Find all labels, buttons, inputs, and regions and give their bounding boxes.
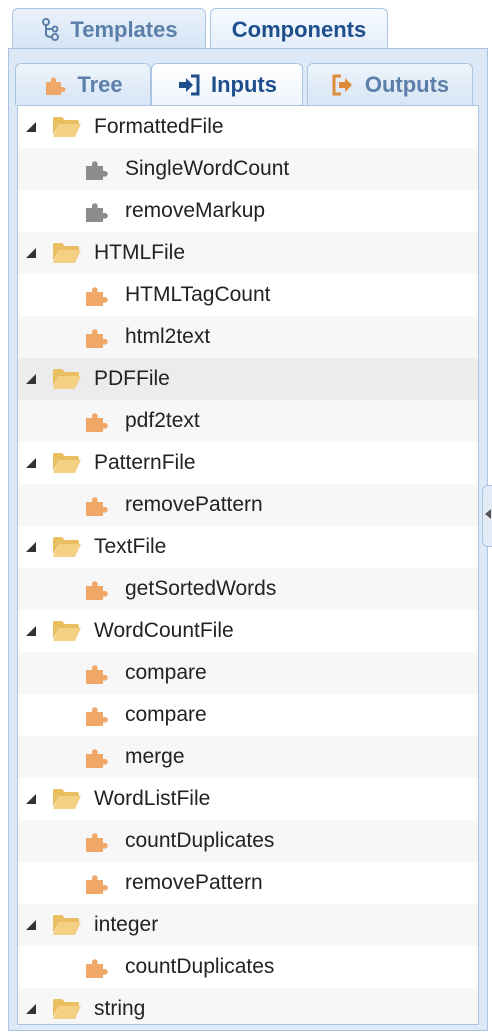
tab-templates-label: Templates: [70, 16, 178, 42]
tab-tree[interactable]: Tree: [15, 63, 151, 105]
folder-open-icon: [52, 535, 82, 559]
tree-component-row[interactable]: removeMarkup: [18, 190, 478, 232]
folder-open-icon: [52, 913, 82, 937]
chevron-left-icon: [484, 507, 492, 525]
tree-folder-label: WordCountFile: [94, 619, 234, 642]
components-panel: Tree Inputs Outputs FormattedFile SingleW…: [8, 48, 488, 1031]
tree-folder-row[interactable]: PDFFile: [18, 358, 478, 400]
tree-component-label: SingleWordCount: [125, 157, 290, 180]
inputs-tree: FormattedFile SingleWordCount removeMarkup…: [17, 105, 479, 1025]
tree-folder-label: string: [94, 997, 146, 1020]
folder-open-icon: [52, 115, 82, 139]
expand-caret-icon[interactable]: [24, 372, 38, 386]
tree-component-label: removePattern: [125, 493, 263, 516]
tree-folder-row[interactable]: HTMLFile: [18, 232, 478, 274]
puzzle-piece-icon: [84, 283, 110, 307]
expand-caret-icon[interactable]: [24, 246, 38, 260]
folder-open-icon: [52, 787, 82, 811]
puzzle-piece-icon: [84, 325, 110, 349]
folder-open-icon: [52, 451, 82, 475]
tree-component-row[interactable]: pdf2text: [18, 400, 478, 442]
tree-component-label: pdf2text: [125, 409, 200, 432]
tree-component-label: HTMLTagCount: [125, 283, 271, 306]
tree-component-row[interactable]: HTMLTagCount: [18, 274, 478, 316]
folder-open-icon: [52, 619, 82, 643]
tree-component-label: getSortedWords: [125, 577, 277, 600]
expand-caret-icon[interactable]: [24, 456, 38, 470]
expand-caret-icon[interactable]: [24, 792, 38, 806]
expand-caret-icon[interactable]: [24, 540, 38, 554]
tree-folder-row[interactable]: WordListFile: [18, 778, 478, 820]
puzzle-piece-icon: [84, 409, 110, 433]
expand-caret-icon[interactable]: [24, 624, 38, 638]
tree-component-row[interactable]: removePattern: [18, 862, 478, 904]
puzzle-piece-icon: [84, 745, 110, 769]
tree-component-row[interactable]: countDuplicates: [18, 946, 478, 988]
collapse-handle[interactable]: [482, 485, 492, 547]
tree-component-row[interactable]: removePattern: [18, 484, 478, 526]
tree-folder-label: integer: [94, 913, 159, 936]
tab-templates[interactable]: Templates: [12, 8, 206, 50]
tab-inputs[interactable]: Inputs: [151, 63, 303, 106]
sign-out-icon: [331, 74, 355, 96]
tree-folder-row[interactable]: WordCountFile: [18, 610, 478, 652]
tree-component-row[interactable]: merge: [18, 736, 478, 778]
tree-component-label: removePattern: [125, 871, 263, 894]
expand-caret-icon[interactable]: [24, 918, 38, 932]
tree-folder-label: TextFile: [94, 535, 167, 558]
folder-open-icon: [52, 997, 82, 1021]
tab-outputs-label: Outputs: [364, 71, 450, 97]
puzzle-icon: [43, 73, 67, 97]
expand-caret-icon[interactable]: [24, 120, 38, 134]
tree-component-label: countDuplicates: [125, 955, 275, 978]
tree-component-label: merge: [125, 745, 185, 768]
tree-folder-label: WordListFile: [94, 787, 211, 810]
expand-caret-icon[interactable]: [24, 1002, 38, 1016]
tree-component-row[interactable]: getSortedWords: [18, 568, 478, 610]
tree-component-label: html2text: [125, 325, 211, 348]
puzzle-piece-icon: [84, 955, 110, 979]
tree-folder-row[interactable]: integer: [18, 904, 478, 946]
tree-folder-row[interactable]: TextFile: [18, 526, 478, 568]
puzzle-piece-icon: [84, 493, 110, 517]
puzzle-piece-icon: [84, 199, 110, 223]
tree-component-label: countDuplicates: [125, 829, 275, 852]
tree-folder-label: PatternFile: [94, 451, 196, 474]
tree-component-label: compare: [125, 661, 207, 684]
folder-open-icon: [52, 241, 82, 265]
puzzle-piece-icon: [84, 661, 110, 685]
tree-component-row[interactable]: countDuplicates: [18, 820, 478, 862]
tree-component-label: removeMarkup: [125, 199, 266, 222]
tree-component-label: compare: [125, 703, 207, 726]
tab-inputs-label: Inputs: [211, 72, 277, 97]
puzzle-piece-icon: [84, 157, 110, 181]
tree-folder-label: PDFFile: [94, 367, 170, 390]
tab-tree-label: Tree: [77, 71, 123, 97]
tree-folder-row[interactable]: string: [18, 988, 478, 1024]
puzzle-piece-icon: [84, 871, 110, 895]
folder-open-icon: [52, 367, 82, 391]
tree-branch-icon: [40, 17, 60, 42]
tree-folder-label: FormattedFile: [94, 115, 224, 138]
tree-component-row[interactable]: compare: [18, 694, 478, 736]
puzzle-piece-icon: [84, 703, 110, 727]
sign-in-icon: [177, 74, 201, 96]
tree-folder-row[interactable]: PatternFile: [18, 442, 478, 484]
tab-outputs[interactable]: Outputs: [307, 63, 473, 105]
tree-folder-row[interactable]: FormattedFile: [18, 106, 478, 148]
tab-components[interactable]: Components: [210, 8, 388, 51]
tree-component-row[interactable]: html2text: [18, 316, 478, 358]
top-tab-bar: Templates Components: [0, 0, 492, 51]
puzzle-piece-icon: [84, 577, 110, 601]
tree-folder-label: HTMLFile: [94, 241, 186, 264]
tree-component-row[interactable]: SingleWordCount: [18, 148, 478, 190]
tree-component-row[interactable]: compare: [18, 652, 478, 694]
puzzle-piece-icon: [84, 829, 110, 853]
sub-tab-bar: Tree Inputs Outputs: [9, 49, 487, 106]
tab-components-label: Components: [231, 17, 367, 42]
